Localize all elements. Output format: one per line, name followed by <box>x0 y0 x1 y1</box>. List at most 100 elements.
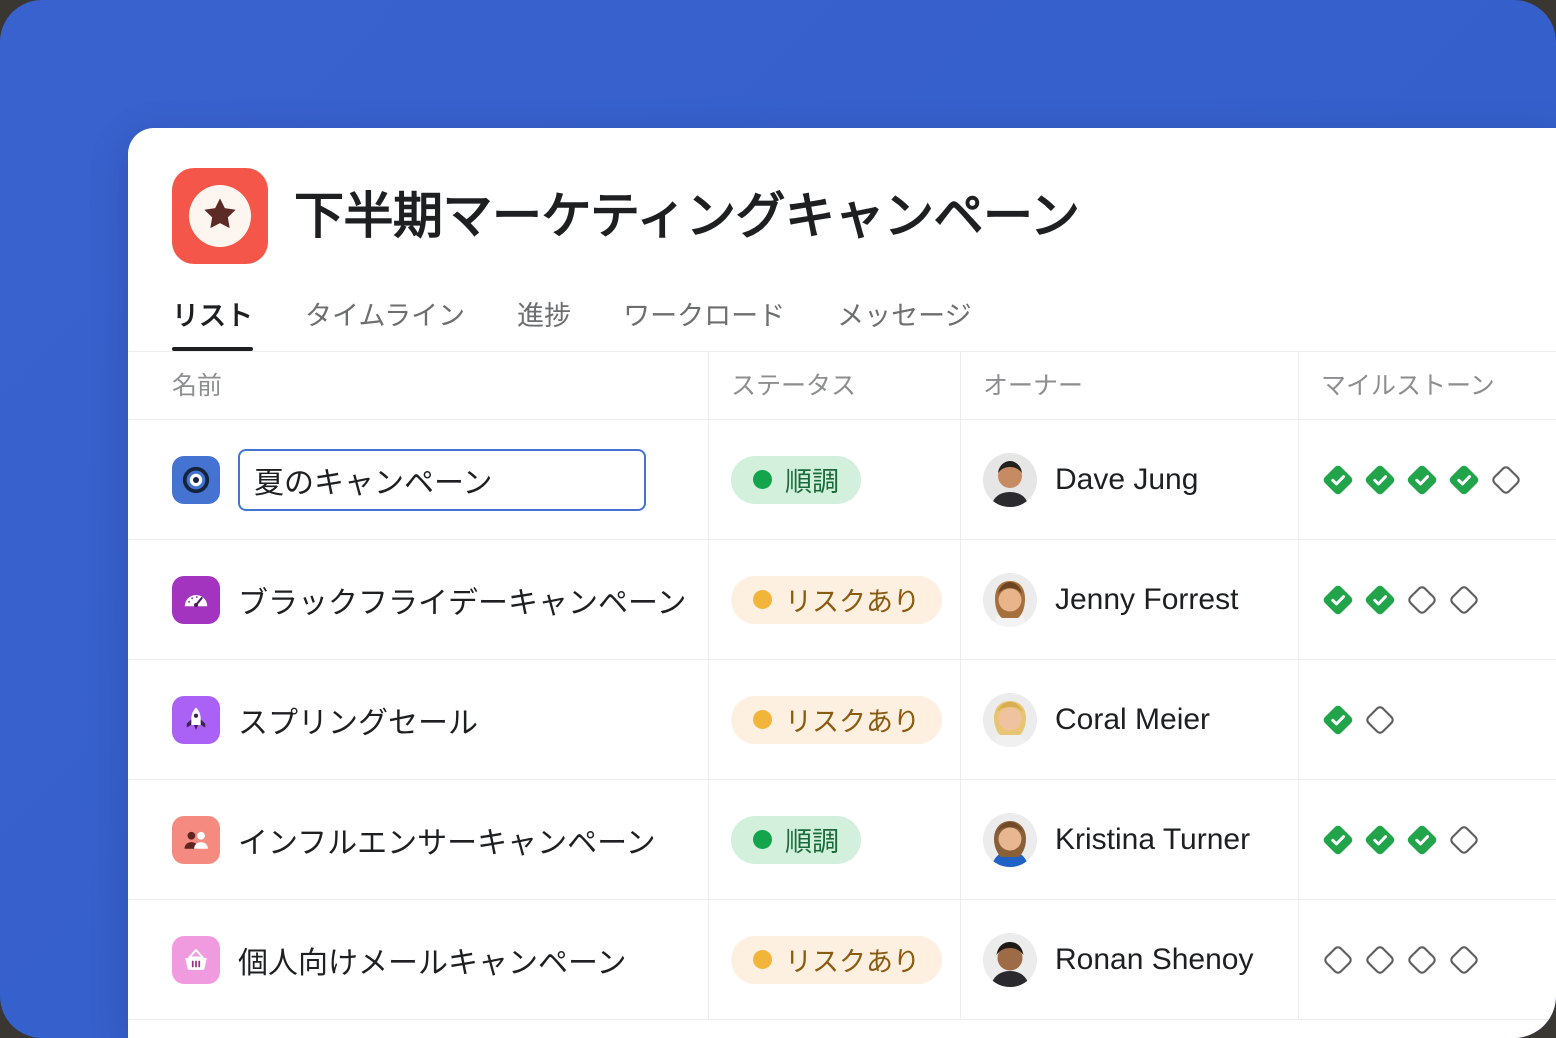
project-name[interactable]: スプリングセール <box>238 698 478 742</box>
tab-list[interactable]: リスト <box>172 294 253 351</box>
milestone-diamond-done[interactable] <box>1405 823 1439 857</box>
cell-owner[interactable]: Ronan Shenoy <box>960 900 1298 1019</box>
cell-milestone[interactable] <box>1298 780 1556 899</box>
status-label: リスクあり <box>785 707 920 737</box>
table-row[interactable]: インフルエンサーキャンペーン 順調 Kristina Turner <box>128 780 1556 900</box>
table-row[interactable]: 個人向けメールキャンペーン リスクあり Ronan Shenoy <box>128 900 1556 1020</box>
speedometer-icon <box>172 575 220 624</box>
owner-name: Coral Meier <box>1055 702 1211 736</box>
owner-name: Kristina Turner <box>1055 822 1251 856</box>
milestone-diamond-done[interactable] <box>1363 463 1397 497</box>
project-name[interactable]: インフルエンサーキャンペーン <box>238 818 656 862</box>
milestone-group[interactable] <box>1321 943 1481 977</box>
cell-name[interactable]: スプリングセール <box>128 660 708 779</box>
avatar <box>983 692 1037 747</box>
milestone-diamond-empty[interactable] <box>1405 943 1439 977</box>
milestone-diamond-empty[interactable] <box>1321 943 1355 977</box>
status-label: リスクあり <box>785 587 920 617</box>
rocket-icon <box>172 695 220 744</box>
milestone-group[interactable] <box>1321 703 1397 737</box>
tab-messages[interactable]: メッセージ <box>837 294 971 351</box>
logo-disc <box>189 185 251 247</box>
cell-milestone[interactable] <box>1298 660 1556 779</box>
target-icon <box>172 455 220 504</box>
owner-name: Ronan Shenoy <box>1055 942 1254 976</box>
cell-name[interactable] <box>128 420 708 539</box>
cell-status[interactable]: リスクあり <box>708 540 960 659</box>
name-input[interactable] <box>238 448 646 511</box>
status-badge[interactable]: 順調 <box>731 455 861 504</box>
status-badge[interactable]: リスクあり <box>731 695 942 744</box>
project-table: 名前 ステータス オーナー マイルストーン 夏のキャンペーン 順調 Dave J… <box>128 351 1556 1020</box>
milestone-diamond-empty[interactable] <box>1363 703 1397 737</box>
owner-name: Dave Jung <box>1055 462 1199 496</box>
status-dot-icon <box>753 470 772 489</box>
column-header-name[interactable]: 名前 <box>128 352 708 419</box>
avatar <box>983 452 1037 507</box>
status-label: 順調 <box>785 827 839 857</box>
cell-status[interactable]: リスクあり <box>708 900 960 1019</box>
milestone-diamond-empty[interactable] <box>1447 583 1481 617</box>
column-label-name: 名前 <box>172 372 223 400</box>
cell-owner[interactable]: Jenny Forrest <box>960 540 1298 659</box>
milestone-diamond-empty[interactable] <box>1489 463 1523 497</box>
cell-owner[interactable]: Kristina Turner <box>960 780 1298 899</box>
cell-status[interactable]: 順調 <box>708 420 960 539</box>
status-label: リスクあり <box>785 947 920 977</box>
cell-status[interactable]: リスクあり <box>708 660 960 779</box>
milestone-diamond-done[interactable] <box>1447 463 1481 497</box>
column-header-owner[interactable]: オーナー <box>960 352 1298 419</box>
column-label-milestone: マイルストーン <box>1321 372 1495 400</box>
screen: 下半期マーケティングキャンペーン リスト タイムライン 進捗 ワークロード メッ… <box>0 0 1556 1038</box>
cell-milestone[interactable] <box>1298 900 1556 1019</box>
tab-workload[interactable]: ワークロード <box>623 294 785 351</box>
star-icon <box>200 194 240 239</box>
view-tabs: リスト タイムライン 進捗 ワークロード メッセージ <box>128 264 1556 351</box>
milestone-group[interactable] <box>1321 463 1523 497</box>
cell-milestone[interactable] <box>1298 420 1556 539</box>
project-logo <box>172 168 268 264</box>
milestone-diamond-done[interactable] <box>1363 823 1397 857</box>
cell-name[interactable]: インフルエンサーキャンペーン <box>128 780 708 899</box>
milestone-diamond-empty[interactable] <box>1405 583 1439 617</box>
owner-name: Jenny Forrest <box>1055 582 1239 616</box>
milestone-diamond-empty[interactable] <box>1363 943 1397 977</box>
milestone-diamond-empty[interactable] <box>1447 943 1481 977</box>
milestone-diamond-done[interactable] <box>1321 583 1355 617</box>
table-row[interactable]: 順調 Dave Jung <box>128 420 1556 540</box>
status-badge[interactable]: 順調 <box>731 815 861 864</box>
cell-milestone[interactable] <box>1298 540 1556 659</box>
status-badge[interactable]: リスクあり <box>731 935 942 984</box>
avatar <box>983 812 1037 867</box>
status-label: 順調 <box>785 467 839 497</box>
milestone-diamond-done[interactable] <box>1321 823 1355 857</box>
milestone-group[interactable] <box>1321 583 1481 617</box>
cell-owner[interactable]: Dave Jung <box>960 420 1298 539</box>
milestone-diamond-empty[interactable] <box>1447 823 1481 857</box>
avatar <box>983 932 1037 987</box>
cell-name[interactable]: 個人向けメールキャンペーン <box>128 900 708 1019</box>
cell-owner[interactable]: Coral Meier <box>960 660 1298 779</box>
column-header-status[interactable]: ステータス <box>708 352 960 419</box>
tab-progress[interactable]: 進捗 <box>517 294 571 351</box>
table-row[interactable]: スプリングセール リスクあり Coral Meier <box>128 660 1556 780</box>
milestone-diamond-done[interactable] <box>1363 583 1397 617</box>
milestone-group[interactable] <box>1321 823 1481 857</box>
cell-name[interactable]: ブラックフライデーキャンペーン <box>128 540 708 659</box>
table-row[interactable]: ブラックフライデーキャンペーン リスクあり Jenny Forrest <box>128 540 1556 660</box>
column-header-milestone[interactable]: マイルストーン <box>1298 352 1556 419</box>
project-card: 下半期マーケティングキャンペーン リスト タイムライン 進捗 ワークロード メッ… <box>128 128 1556 1038</box>
table-header-row: 名前 ステータス オーナー マイルストーン <box>128 352 1556 420</box>
tab-timeline[interactable]: タイムライン <box>305 294 465 351</box>
project-name[interactable]: 個人向けメールキャンペーン <box>238 938 627 982</box>
project-name[interactable]: ブラックフライデーキャンペーン <box>238 578 687 622</box>
status-dot-icon <box>753 950 772 969</box>
milestone-diamond-done[interactable] <box>1321 463 1355 497</box>
avatar <box>983 572 1037 627</box>
status-badge[interactable]: リスクあり <box>731 575 942 624</box>
people-icon <box>172 815 220 864</box>
milestone-diamond-done[interactable] <box>1405 463 1439 497</box>
milestone-diamond-done[interactable] <box>1321 703 1355 737</box>
cell-status[interactable]: 順調 <box>708 780 960 899</box>
page-title: 下半期マーケティングキャンペーン <box>294 187 1080 244</box>
